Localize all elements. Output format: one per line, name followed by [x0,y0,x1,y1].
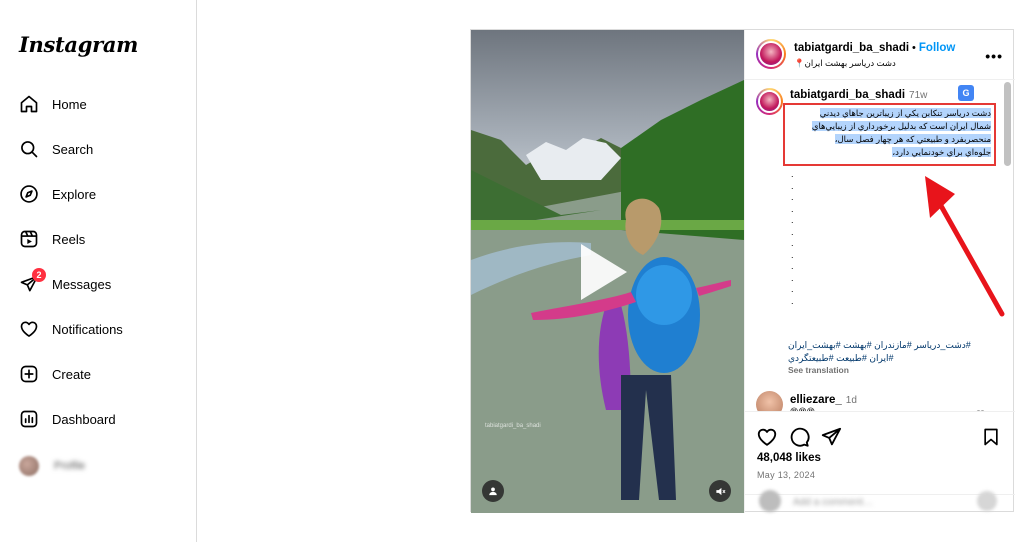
hashtags-line[interactable]: #ايران #طبيعت #طبيعتگردي [788,352,991,365]
nav-label: Create [52,366,92,382]
nav-item-home[interactable]: Home [18,89,87,119]
heart-icon [18,318,40,340]
caption-dots: . . . . . . . . . . . . [791,169,794,306]
nav-label: Messages [52,276,112,292]
author-avatar[interactable] [756,39,786,69]
post-card: tabiatgardi_ba_shadi tabiatgardi_ba_shad… [470,29,1015,513]
nav-label: Search [52,141,94,157]
likes-count[interactable]: 48,048 likes [757,452,821,464]
caption-text: دشت درياسر تنكابن يكي از زيباترين جاهاي … [788,107,991,159]
caption-hashtags: #دشت_درياسر #مازندران #بهشت #بهشت_ايران … [788,339,991,365]
home-icon [18,93,40,115]
translate-icon[interactable]: G [958,85,974,101]
post-date: May 13, 2024 [757,470,816,480]
like-icon[interactable] [756,426,778,453]
nav-item-reels[interactable]: Reels [18,224,85,254]
post-side-panel: tabiatgardi_ba_shadi • Follow دشت درياسر… [744,30,1015,513]
nav-item-messages[interactable]: 2 Messages [18,268,112,299]
post-video[interactable]: tabiatgardi_ba_shadi [471,30,744,513]
comment-header: elliezare_ 1d [790,394,857,406]
nav-item-explore[interactable]: Explore [18,179,96,209]
caption-line: منحصربفرد و طبيعتي كه هر چهار فصل سال، [834,134,991,144]
instagram-logo[interactable]: Instagram [19,32,138,57]
author-username[interactable]: tabiatgardi_ba_shadi [794,42,909,54]
header-author-row: tabiatgardi_ba_shadi • Follow [794,42,955,54]
reels-icon [18,228,40,250]
mute-icon[interactable] [709,480,731,502]
nav-label: Profile [54,460,86,472]
caption-header: tabiatgardi_ba_shadi 71w [790,89,927,101]
see-translation-link[interactable]: See translation [788,365,849,375]
add-comment-bar: Add a comment… [745,490,1015,514]
caption-username[interactable]: tabiatgardi_ba_shadi [790,89,905,101]
save-icon[interactable] [981,426,1001,453]
more-options-icon[interactable]: ••• [985,48,1003,64]
caption-line: دشت درياسر تنكابن يكي از زيباترين جاهاي … [819,108,991,118]
share-icon[interactable] [820,426,842,453]
post-actions: 48,048 likes May 13, 2024 Add a comment… [745,411,1015,513]
nav-label: Notifications [52,321,123,337]
comments-section: tabiatgardi_ba_shadi 71w G دشت درياسر تن… [745,81,1015,411]
comment-time: 1d [845,395,857,406]
media-watermark: tabiatgardi_ba_shadi [485,423,541,429]
nav-item-search[interactable]: Search [18,134,93,164]
search-icon [18,138,40,160]
caption-time: 71w [909,90,928,101]
caption-avatar[interactable] [756,88,783,115]
messages-badge: 2 [32,268,46,282]
nav-item-profile[interactable]: Profile [18,451,85,481]
add-comment-input[interactable]: Add a comment… [793,497,873,508]
follow-button[interactable]: Follow [919,42,955,54]
viewer-avatar [759,490,781,512]
annotation-arrow [925,176,1005,317]
nav-label: Dashboard [52,411,116,427]
dashboard-icon [18,408,40,430]
post-header: tabiatgardi_ba_shadi • Follow دشت درياسر… [745,30,1015,80]
user-tag-icon[interactable] [482,480,504,502]
nav-label: Explore [52,186,97,202]
sidebar: Instagram Home Search Explore Reels 2 Me… [0,0,197,542]
nav-label: Home [52,96,87,112]
play-icon[interactable] [581,244,627,300]
messages-icon: 2 [18,268,46,295]
caption-line: جلوه‌اي براي خودنمايي دارد، [892,147,991,157]
compass-icon [18,183,40,205]
commenter-avatar[interactable] [756,391,783,411]
comment-username[interactable]: elliezare_ [790,394,842,406]
comments-scrollbar[interactable] [1004,82,1011,166]
nav-label: Reels [52,231,86,247]
separator-dot: • [912,42,916,54]
hashtags-line[interactable]: #دشت_درياسر #مازندران #بهشت #بهشت_ايران [788,339,991,352]
nav-item-notifications[interactable]: Notifications [18,314,123,344]
plus-square-icon [18,363,40,385]
nav-item-dashboard[interactable]: Dashboard [18,404,116,434]
post-location[interactable]: دشت درياسر بهشت ايران📍 [794,58,896,69]
avatar [18,455,40,477]
nav-item-create[interactable]: Create [18,359,91,389]
caption-line: شمال ايران است كه بدليل برخورداري از زيب… [811,121,991,131]
comment-icon[interactable] [788,426,810,453]
emoji-icon[interactable] [977,491,997,511]
